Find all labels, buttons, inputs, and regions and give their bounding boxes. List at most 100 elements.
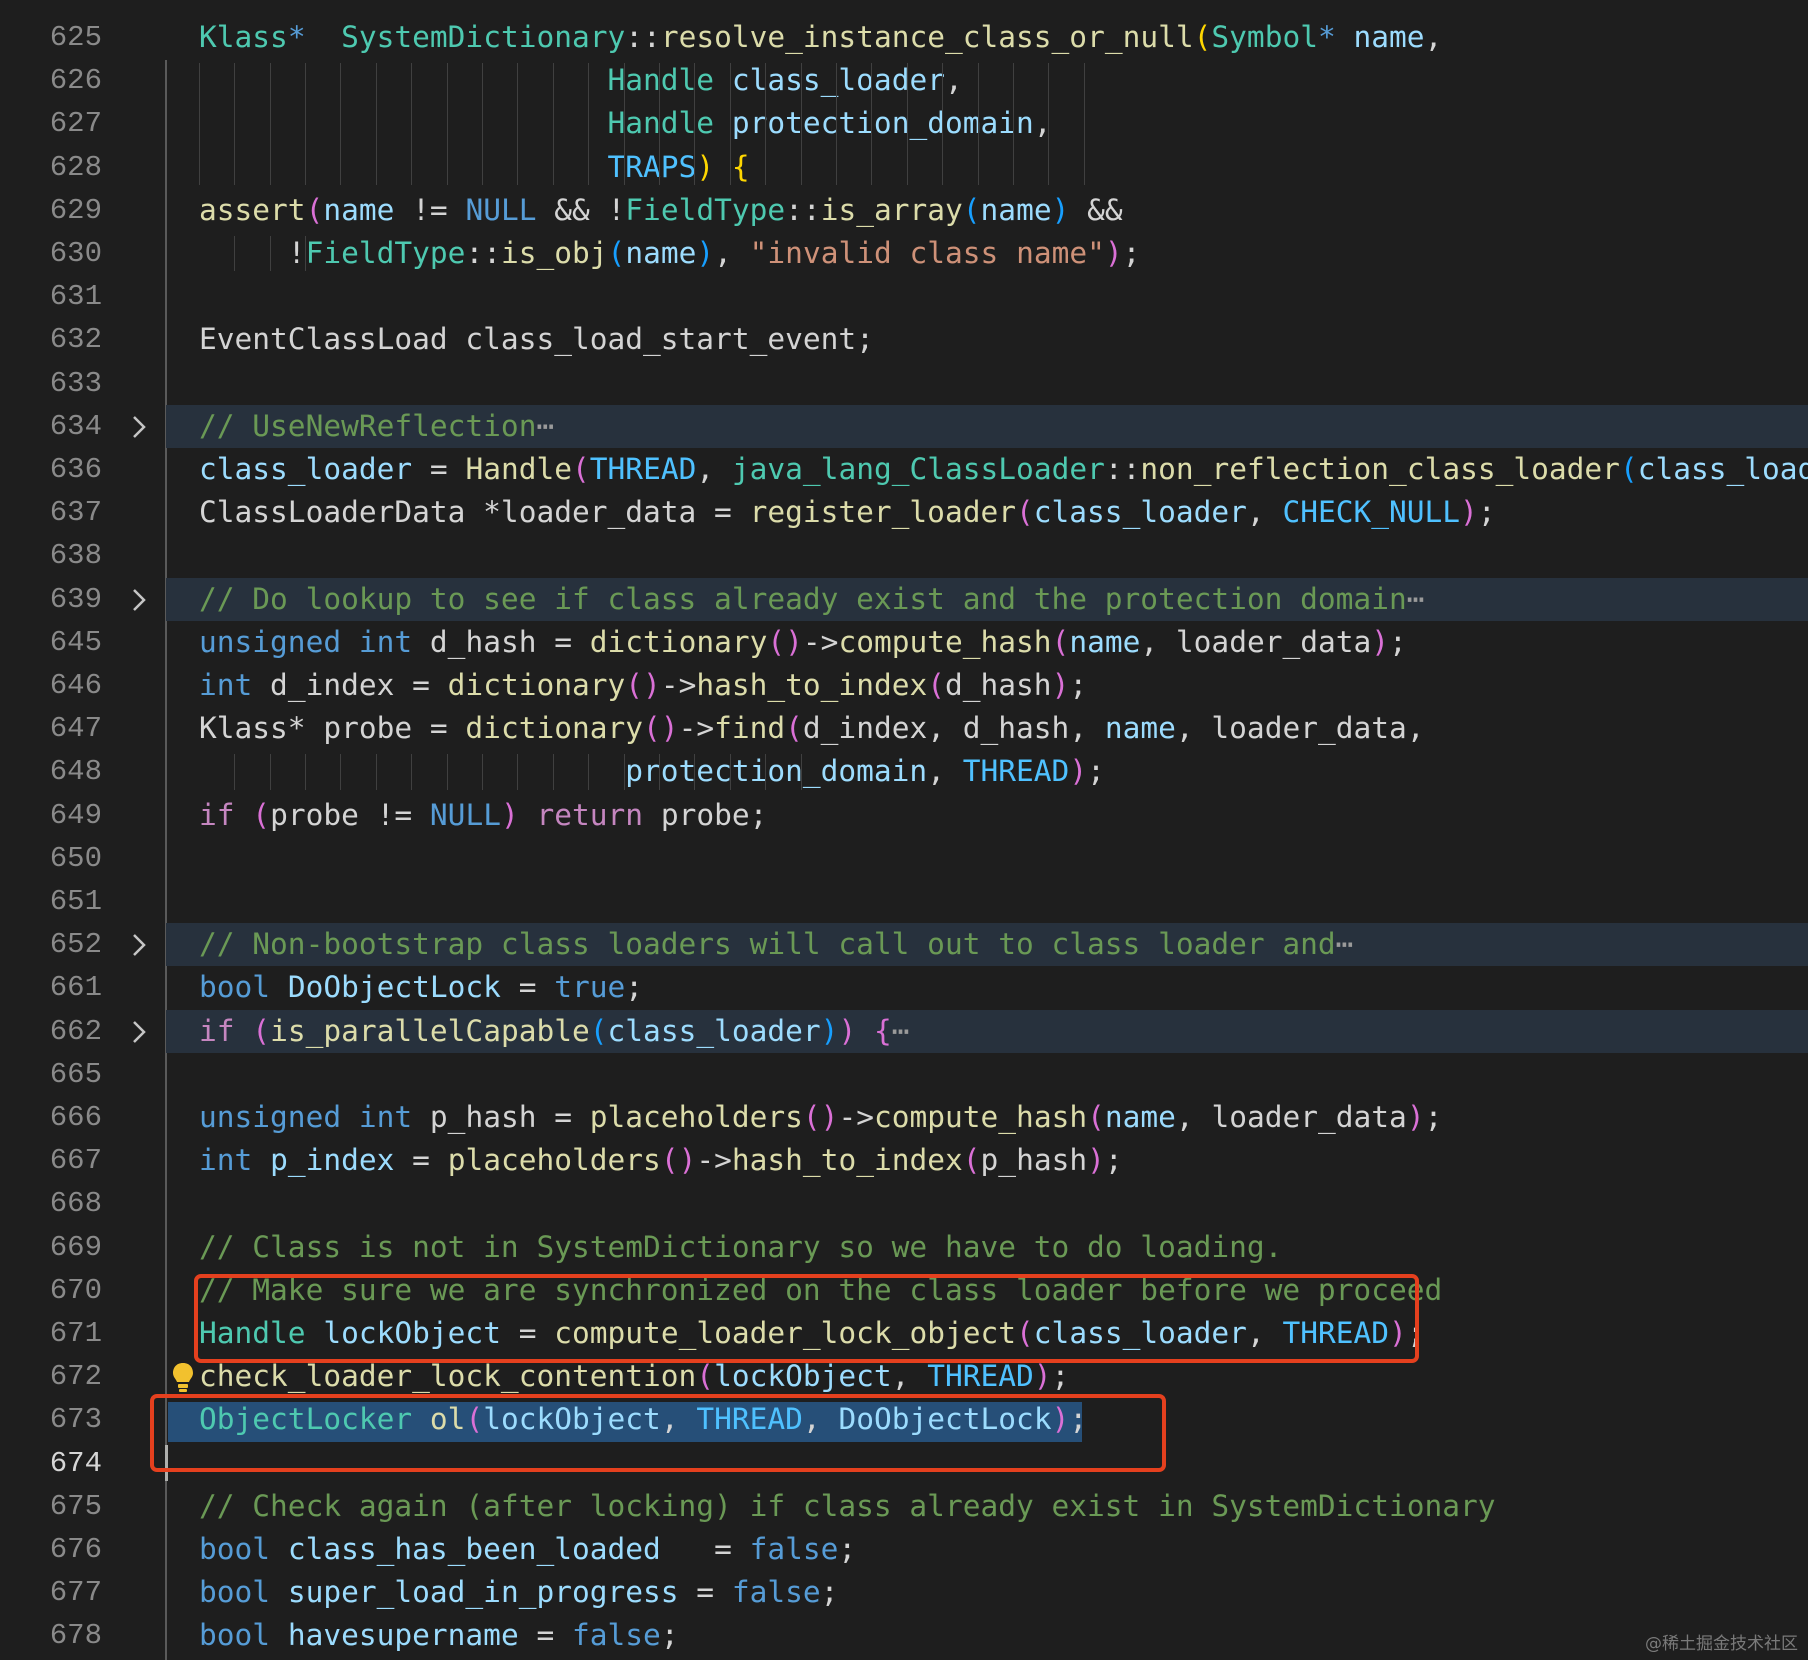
code-line[interactable]: 639 // Do lookup to see if class already … <box>0 577 1808 621</box>
highlight-box-lines-673-674 <box>150 1394 1166 1472</box>
code-line[interactable]: 668 <box>0 1182 1808 1225</box>
code-text[interactable]: // Do lookup to see if class already exi… <box>199 578 1424 621</box>
code-token: && <box>1069 192 1123 227</box>
code-line[interactable]: 626 Handle class_loader, <box>0 59 1808 102</box>
chevron-right-icon[interactable] <box>124 578 154 621</box>
code-token: find <box>714 711 786 746</box>
code-editor[interactable]: 625 Klass* SystemDictionary::resolve_inst… <box>0 0 1808 1660</box>
code-line[interactable]: 662 if (is_parallelCapable(class_loader))… <box>0 1009 1808 1053</box>
indent-guide-tick <box>199 63 200 185</box>
code-line[interactable]: 645 unsigned int d_hash = dictionary()->c… <box>0 621 1808 664</box>
code-line[interactable]: 636 class_loader = Handle(THREAD, java_la… <box>0 448 1808 491</box>
code-line[interactable]: 649 if (probe != NULL) return probe; <box>0 794 1808 837</box>
code-line[interactable]: 677 bool super_load_in_progress = false; <box>0 1571 1808 1614</box>
code-text[interactable]: TRAPS) { <box>199 146 750 189</box>
code-line[interactable]: 638 <box>0 534 1808 577</box>
code-line[interactable]: 627 Handle protection_domain, <box>0 102 1808 145</box>
code-token: Handle <box>465 452 573 486</box>
code-text[interactable]: EventClassLoad class_load_start_event; <box>199 318 874 361</box>
indent-guide-tick <box>340 754 341 790</box>
code-line[interactable]: 631 <box>0 275 1808 318</box>
code-text[interactable]: unsigned int p_hash = placeholders()->co… <box>199 1096 1442 1139</box>
indent-guide-tick <box>942 63 943 185</box>
code-token: ( <box>1619 452 1638 486</box>
indent-guide-tick <box>624 63 625 185</box>
code-line[interactable]: 678 bool havesupername = false; <box>0 1614 1808 1657</box>
code-text[interactable]: Handle class_loader, <box>199 59 963 102</box>
code-line[interactable]: 675 // Check again (after locking) if cla… <box>0 1485 1808 1528</box>
code-token: ) <box>1069 754 1088 789</box>
code-line[interactable]: 647 Klass* probe = dictionary()->find(d_i… <box>0 707 1808 750</box>
indent-guide-tick <box>1084 63 1085 185</box>
code-line[interactable]: 633 <box>0 362 1808 405</box>
code-line[interactable]: 676 bool class_has_been_loaded = false; <box>0 1528 1808 1571</box>
code-text[interactable]: bool class_has_been_loaded = false; <box>199 1528 856 1571</box>
code-text[interactable]: class_loader = Handle(THREAD, java_lang_… <box>199 448 1808 491</box>
indent-guide-tick <box>305 236 306 272</box>
code-text[interactable]: int d_index = dictionary()->hash_to_inde… <box>199 664 1087 707</box>
line-number: 648 <box>49 755 102 789</box>
code-text[interactable]: // Class is not in SystemDictionary so w… <box>199 1226 1282 1269</box>
code-text[interactable]: protection_domain, THREAD); <box>199 750 1105 793</box>
indent-guide-tick <box>553 63 554 185</box>
code-text[interactable]: bool DoObjectLock = true; <box>199 966 643 1009</box>
indent-guide-tick <box>588 754 589 790</box>
indent-guide-tick <box>1048 63 1049 185</box>
code-line[interactable]: 666 unsigned int p_hash = placeholders()-… <box>0 1096 1808 1139</box>
code-token: "invalid class name" <box>749 236 1105 270</box>
code-token: ; <box>1122 236 1141 270</box>
code-text[interactable]: // Check again (after locking) if class … <box>199 1485 1496 1528</box>
code-line[interactable]: 634 // UseNewReflection⋯ <box>0 404 1808 448</box>
code-line[interactable]: 650 <box>0 837 1808 880</box>
code-line[interactable]: 669 // Class is not in SystemDictionary s… <box>0 1226 1808 1269</box>
code-line[interactable]: 646 int d_index = dictionary()->hash_to_i… <box>0 664 1808 707</box>
chevron-right-icon[interactable] <box>124 923 154 966</box>
code-text[interactable]: // UseNewReflection⋯ <box>199 405 554 448</box>
code-text[interactable]: if (is_parallelCapable(class_loader)) {⋯ <box>199 1010 910 1053</box>
code-text[interactable]: bool super_load_in_progress = false; <box>199 1571 838 1614</box>
code-line[interactable]: 651 <box>0 880 1808 923</box>
code-line[interactable]: 652 // Non-bootstrap class loaders will c… <box>0 923 1808 967</box>
code-token: ( <box>1193 20 1212 54</box>
code-line[interactable]: 625 Klass* SystemDictionary::resolve_inst… <box>0 16 1808 59</box>
code-text[interactable]: bool havesupername = false; <box>199 1614 679 1657</box>
code-line[interactable]: 632 EventClassLoad class_load_start_event… <box>0 318 1808 361</box>
code-token: ) <box>1051 192 1070 227</box>
code-text[interactable]: // Non-bootstrap class loaders will call… <box>199 923 1353 966</box>
code-token: () <box>660 1143 697 1178</box>
code-line[interactable]: 629 assert(name != NULL && !FieldType::is… <box>0 189 1808 232</box>
code-token: d_index, d_hash, <box>802 711 1105 746</box>
code-line[interactable]: 628 TRAPS) { <box>0 146 1808 189</box>
code-token: THREAD <box>589 452 697 486</box>
code-line[interactable]: 667 int p_index = placeholders()->hash_to… <box>0 1139 1808 1182</box>
indent-guide-tick <box>1013 63 1014 185</box>
code-line[interactable]: 630 !FieldType::is_obj(name), "invalid c… <box>0 232 1808 275</box>
code-token: name <box>625 236 697 270</box>
line-number: 639 <box>49 582 102 616</box>
line-number: 665 <box>49 1057 102 1091</box>
code-line[interactable]: 637 ClassLoaderData *loader_data = regist… <box>0 491 1808 534</box>
code-token: non_reflection_class_loader <box>1140 452 1620 486</box>
code-line[interactable]: 661 bool DoObjectLock = true; <box>0 966 1808 1009</box>
code-text[interactable]: assert(name != NULL && !FieldType::is_ar… <box>199 189 1123 232</box>
chevron-right-icon[interactable] <box>124 1010 154 1053</box>
code-token: if <box>199 1013 235 1048</box>
code-token: ; <box>1087 754 1105 789</box>
code-text[interactable]: unsigned int d_hash = dictionary()->comp… <box>199 621 1407 664</box>
code-text[interactable]: !FieldType::is_obj(name), "invalid class… <box>199 232 1141 275</box>
code-line[interactable]: 665 <box>0 1053 1808 1096</box>
code-text[interactable]: Klass* probe = dictionary()->find(d_inde… <box>199 707 1425 750</box>
code-text[interactable]: Handle protection_domain, <box>199 102 1052 145</box>
code-text[interactable]: if (probe != NULL) return probe; <box>199 794 767 837</box>
lightbulb-icon[interactable] <box>171 1361 195 1395</box>
code-token: ; <box>1104 1143 1123 1178</box>
code-token: ( <box>927 668 945 702</box>
code-text[interactable]: int p_index = placeholders()->hash_to_in… <box>199 1139 1123 1182</box>
code-line[interactable]: 648 protection_domain, THREAD); <box>0 750 1808 793</box>
code-text[interactable]: ClassLoaderData *loader_data = register_… <box>199 491 1496 534</box>
chevron-right-icon[interactable] <box>124 405 154 448</box>
code-text[interactable]: Klass* SystemDictionary::resolve_instanc… <box>199 16 1442 59</box>
